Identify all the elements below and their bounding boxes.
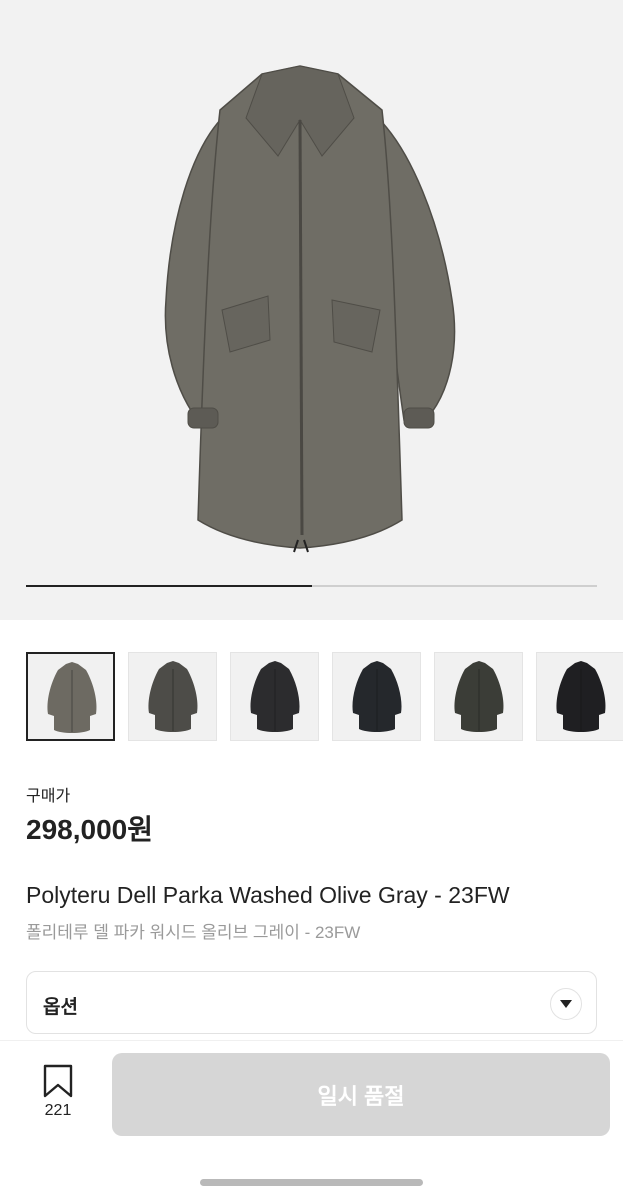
- bookmark-icon: [43, 1064, 73, 1098]
- product-name-korean: 폴리테루 델 파카 워시드 올리브 그레이 - 23FW: [26, 923, 361, 942]
- price-label: 구매가: [26, 788, 71, 805]
- thumbnail-coat-image: [250, 661, 300, 732]
- thumbnail-3[interactable]: [230, 652, 319, 741]
- thumbnail-4[interactable]: [332, 652, 421, 741]
- bookmark-button[interactable]: 221: [34, 1064, 82, 1124]
- bookmark-count: 221: [44, 1102, 72, 1119]
- sold-out-button[interactable]: 일시 품절: [112, 1053, 610, 1136]
- thumbnail-coat-image: [47, 662, 97, 733]
- thumbnail-2[interactable]: [128, 652, 217, 741]
- thumbnail-coat-image: [352, 661, 402, 732]
- option-select[interactable]: 옵션: [26, 971, 597, 1034]
- price-value: 298,000원: [26, 814, 153, 845]
- thumbnail-strip: [26, 652, 623, 742]
- product-name-english: Polyteru Dell Parka Washed Olive Gray - …: [26, 882, 510, 908]
- thumbnail-5[interactable]: [434, 652, 523, 741]
- home-indicator: [200, 1179, 423, 1186]
- thumbnail-1[interactable]: [26, 652, 115, 741]
- option-label: 옵션: [43, 997, 78, 1018]
- carousel-progress-fill: [26, 585, 312, 587]
- parka-image: [164, 65, 456, 553]
- thumbnail-6[interactable]: [536, 652, 623, 741]
- thumbnail-coat-image: [556, 661, 606, 732]
- product-main-image[interactable]: [0, 0, 623, 620]
- chevron-down-icon: [550, 988, 582, 1020]
- thumbnail-coat-image: [454, 661, 504, 732]
- image-carousel-progress: [26, 585, 597, 587]
- thumbnail-coat-image: [148, 661, 198, 732]
